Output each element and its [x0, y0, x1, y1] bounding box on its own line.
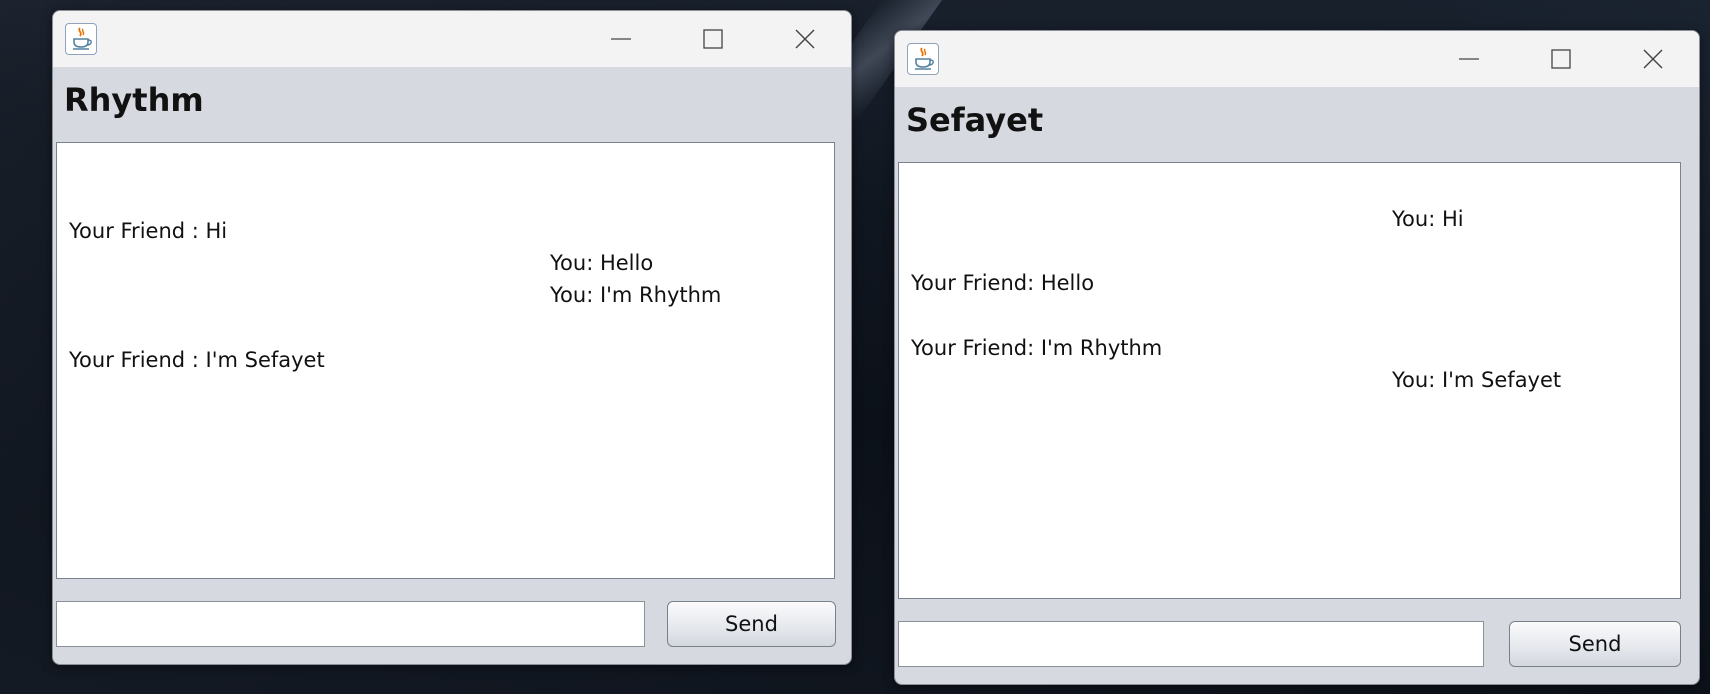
title-bar[interactable] — [53, 11, 851, 67]
message-input[interactable] — [898, 621, 1484, 667]
own-message: You: I'm Rhythm — [550, 283, 722, 307]
friend-message: Your Friend : Hi — [69, 219, 228, 243]
contact-name-header: Rhythm — [64, 81, 204, 119]
friend-message: Your Friend : I'm Sefayet — [69, 348, 325, 372]
chat-window-rhythm: Rhythm Your Friend : Hi You: Hello You: … — [52, 10, 852, 665]
close-button[interactable] — [1607, 31, 1699, 87]
friend-message: Your Friend: Hello — [911, 271, 1095, 295]
maximize-button[interactable] — [1515, 31, 1607, 87]
maximize-button[interactable] — [667, 11, 759, 67]
own-message: You: Hi — [1392, 207, 1464, 231]
contact-name-header: Sefayet — [906, 101, 1044, 139]
title-bar[interactable] — [895, 31, 1699, 87]
send-button[interactable]: Send — [667, 601, 836, 647]
chat-window-sefayet: Sefayet You: Hi Your Friend: Hello Your … — [894, 30, 1700, 685]
minimize-icon — [1459, 58, 1479, 60]
maximize-icon — [703, 29, 723, 49]
close-icon — [795, 29, 815, 49]
java-coffee-cup-icon — [65, 23, 97, 55]
minimize-button[interactable] — [1423, 31, 1515, 87]
close-icon — [1643, 49, 1663, 69]
message-input[interactable] — [56, 601, 645, 647]
close-button[interactable] — [759, 11, 851, 67]
java-coffee-cup-icon — [907, 43, 939, 75]
chat-message-area[interactable]: You: Hi Your Friend: Hello Your Friend: … — [898, 162, 1681, 599]
minimize-icon — [611, 38, 631, 40]
minimize-button[interactable] — [575, 11, 667, 67]
own-message: You: I'm Sefayet — [1392, 368, 1562, 392]
own-message: You: Hello — [550, 251, 654, 275]
maximize-icon — [1551, 49, 1571, 69]
friend-message: Your Friend: I'm Rhythm — [911, 336, 1163, 360]
send-button[interactable]: Send — [1509, 621, 1681, 667]
chat-message-area[interactable]: Your Friend : Hi You: Hello You: I'm Rhy… — [56, 142, 835, 579]
